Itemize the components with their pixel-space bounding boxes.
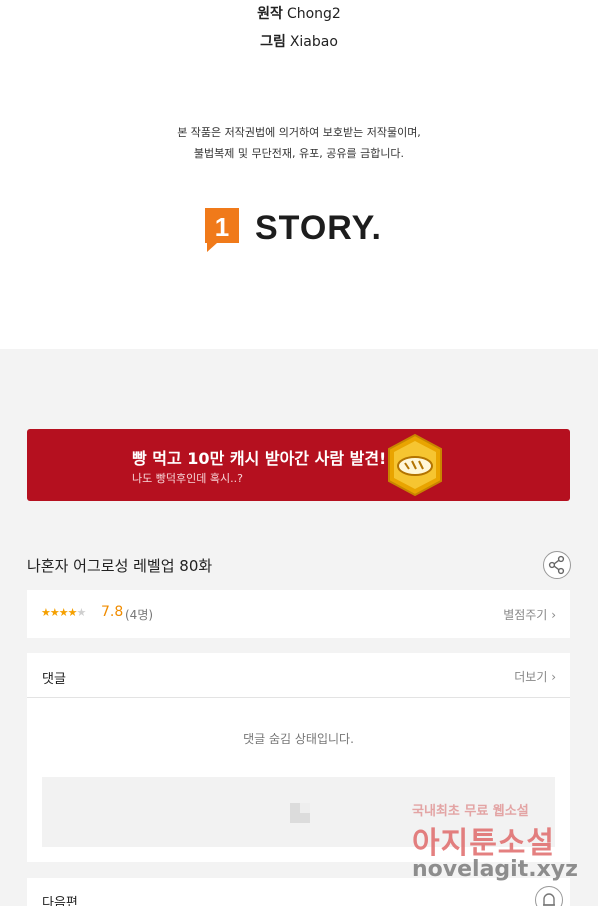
promo-banner[interactable]: 빵 먹고 10만 캐시 받아간 사람 발견! 나도 빵덕후인데 혹시..? bbox=[27, 429, 570, 501]
art-label: 그림 bbox=[260, 34, 286, 50]
art-author: Xiabao bbox=[289, 34, 338, 50]
original-credit: 원작 Chong2 bbox=[0, 3, 598, 23]
next-episode-card[interactable]: 다음편 bbox=[27, 878, 570, 906]
bread-badge-icon bbox=[385, 433, 445, 497]
star-icon: ★ bbox=[41, 606, 51, 619]
banner-subtitle: 나도 빵덕후인데 혹시..? bbox=[132, 472, 243, 485]
rate-button-label: 별점주기 bbox=[503, 608, 548, 622]
star-icon: ★ bbox=[67, 606, 78, 619]
original-author: Chong2 bbox=[286, 6, 341, 22]
logo-text: STORY. bbox=[255, 208, 382, 247]
comment-input-area[interactable] bbox=[42, 777, 555, 847]
comments-hidden-message: 댓글 숨김 상태입니다. bbox=[243, 732, 354, 746]
episode-title: 나혼자 어그로성 레벨업 80화 bbox=[27, 557, 213, 575]
bell-icon bbox=[543, 893, 555, 906]
star-icon: ★ bbox=[49, 606, 60, 619]
star-empty-icon: ★ bbox=[76, 606, 87, 619]
story-logo-icon: 1 bbox=[203, 205, 241, 252]
next-episode-title: 다음편 bbox=[42, 896, 78, 906]
comments-more-label: 더보기 bbox=[514, 670, 548, 684]
copyright-line-1: 본 작품은 저작권법에 의거하여 보호받는 저작물이며, bbox=[177, 126, 421, 139]
star-icon: ★ bbox=[58, 606, 69, 619]
image-icon bbox=[290, 803, 310, 823]
bell-button[interactable] bbox=[535, 886, 563, 906]
publisher-logo: 1 STORY. bbox=[203, 204, 382, 252]
logo-digit: 1 bbox=[215, 212, 229, 242]
chevron-right-icon: › bbox=[551, 608, 556, 622]
chevron-right-icon: › bbox=[551, 670, 556, 684]
original-label: 원작 bbox=[257, 6, 283, 22]
comments-more-button[interactable]: 더보기 › bbox=[514, 668, 556, 685]
comments-title: 댓글 bbox=[42, 672, 66, 687]
art-credit: 그림 Xiabao bbox=[0, 31, 598, 51]
banner-title: 빵 먹고 10만 캐시 받아간 사람 발견! bbox=[132, 449, 387, 468]
rating-stars: ★★★★★ bbox=[41, 606, 87, 619]
rating-score: 7.8 bbox=[101, 604, 124, 620]
episode-end-section: 원작 Chong2 그림 Xiabao 본 작품은 저작권법에 의거하여 보호받는 … bbox=[0, 0, 598, 349]
rating-card: ★★★★★ 7.8 (4명) 별점주기 › bbox=[27, 590, 570, 638]
rating-count: (4명) bbox=[125, 608, 154, 622]
comments-card: 댓글 더보기 › 댓글 숨김 상태입니다. bbox=[27, 653, 570, 862]
copyright-line-2: 불법복제 및 무단전재, 유포, 공유를 금합니다. bbox=[193, 147, 405, 160]
rate-button[interactable]: 별점주기 › bbox=[503, 606, 556, 623]
share-icon bbox=[548, 555, 565, 575]
share-button[interactable] bbox=[543, 551, 571, 579]
comments-header: 댓글 더보기 › bbox=[27, 653, 570, 698]
